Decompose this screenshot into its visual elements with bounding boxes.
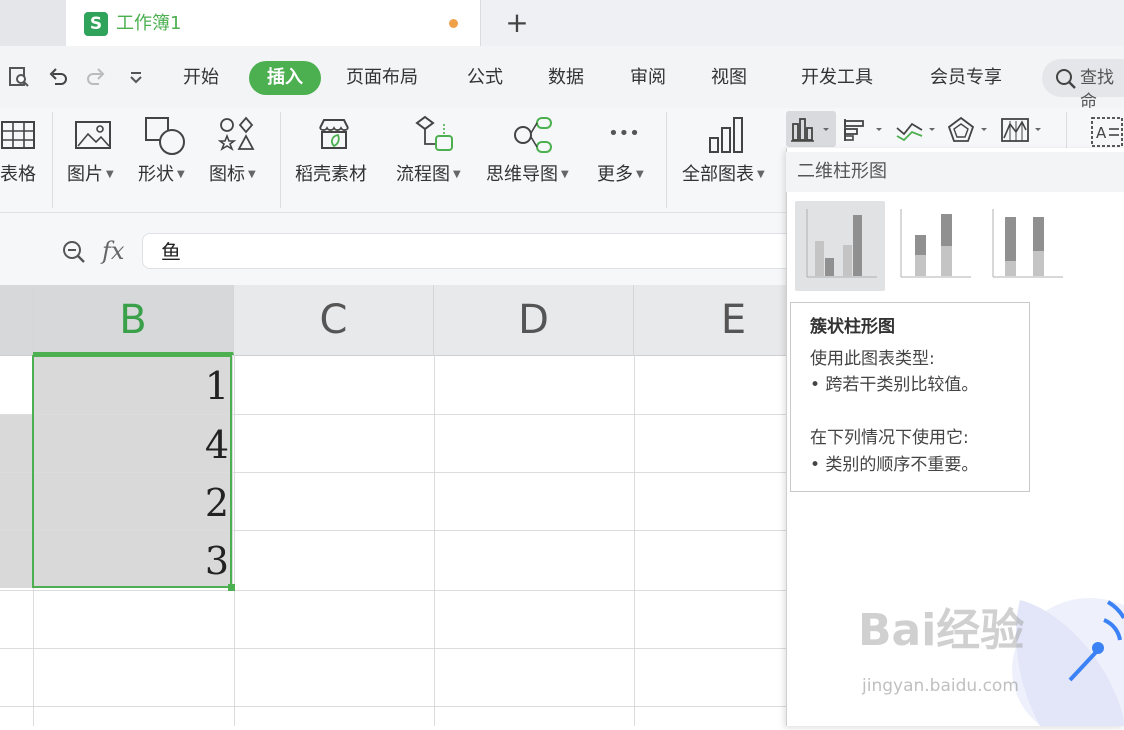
ribbon-separator <box>666 112 667 208</box>
menu-data[interactable]: 数据 <box>548 62 584 94</box>
zoom-icon[interactable] <box>60 238 88 274</box>
flowchart-icon[interactable] <box>414 114 456 158</box>
fx-icon[interactable]: fx <box>102 236 124 266</box>
grid-line <box>634 355 635 726</box>
column-header-d[interactable]: D <box>434 285 634 355</box>
ribbon-shape-button[interactable]: 形状 ▼ <box>138 162 185 188</box>
ribbon-more-button[interactable]: 更多 ▼ <box>597 162 644 188</box>
column-header-b[interactable]: B <box>33 285 234 355</box>
icon-library-icon[interactable] <box>217 114 256 158</box>
area-chart-icon[interactable] <box>1000 116 1046 148</box>
column-header-c[interactable]: C <box>234 285 434 355</box>
row-header-selected[interactable] <box>0 415 33 588</box>
line-chart-icon[interactable] <box>894 116 940 148</box>
tooltip-line: 使用此图表类型: <box>810 349 935 369</box>
row-header-corner[interactable] <box>0 285 33 355</box>
tooltip-line: 在下列情况下使用它: <box>810 428 969 448</box>
search-icon[interactable] <box>1054 64 1078 99</box>
svg-text:A: A <box>1096 124 1107 142</box>
bar-chart-icon[interactable] <box>842 116 888 148</box>
ribbon-icon-button[interactable]: 图标 ▼ <box>209 162 256 188</box>
menu-member[interactable]: 会员专享 <box>930 62 1002 94</box>
table-icon[interactable] <box>0 114 38 158</box>
mindmap-icon[interactable] <box>512 114 554 158</box>
chevron-down-icon: ▼ <box>248 169 256 180</box>
chevron-down-icon: ▼ <box>757 169 765 180</box>
ribbon-mindmap-label: 思维导图 <box>486 164 558 185</box>
tooltip-line: • 类别的顺序不重要。 <box>810 455 979 475</box>
search-label: 查找命 <box>1080 68 1114 112</box>
ribbon-shape-label: 形状 <box>138 164 174 185</box>
radar-chart-icon[interactable] <box>946 116 992 148</box>
ribbon-separator <box>52 112 53 208</box>
all-charts-icon[interactable] <box>706 114 748 158</box>
tab-title: 工作簿1 <box>116 13 182 34</box>
daoke-store-icon[interactable] <box>314 114 354 158</box>
chevron-down-icon: ▼ <box>106 169 114 180</box>
unsaved-indicator-icon <box>449 19 458 28</box>
formula-input[interactable]: 鱼 <box>142 233 802 269</box>
chevron-down-icon: ▼ <box>636 169 644 180</box>
selection-border <box>32 355 232 588</box>
ribbon-mindmap-button[interactable]: 思维导图 ▼ <box>486 162 569 188</box>
redo-icon[interactable] <box>82 62 110 92</box>
ribbon-separator <box>280 112 281 208</box>
picture-icon[interactable] <box>74 114 114 158</box>
new-tab-button[interactable]: + <box>504 6 530 40</box>
menu-home[interactable]: 开始 <box>183 62 219 94</box>
grid-line <box>0 706 786 707</box>
tab-home[interactable] <box>0 0 66 46</box>
percent-stacked-column-option[interactable] <box>985 201 1075 291</box>
fill-handle[interactable] <box>228 584 235 591</box>
menu-view[interactable]: 视图 <box>711 62 747 94</box>
menu-developer[interactable]: 开发工具 <box>801 62 873 94</box>
shape-icon[interactable] <box>144 114 188 158</box>
ribbon-flowchart-button[interactable]: 流程图 ▼ <box>396 162 461 188</box>
tooltip-title: 簇状柱形图 <box>810 317 895 337</box>
grid-line <box>0 590 786 591</box>
spreadsheet-doc-icon: S <box>84 12 108 36</box>
menu-page-layout[interactable]: 页面布局 <box>346 62 418 94</box>
dropdown-title: 二维柱形图 <box>797 161 887 182</box>
menu-review[interactable]: 审阅 <box>630 62 666 94</box>
column-chart-icon[interactable] <box>790 116 834 148</box>
stacked-column-option[interactable] <box>891 201 981 291</box>
grid-line <box>234 355 235 726</box>
grid-line <box>434 355 435 726</box>
customize-icon[interactable] <box>124 62 148 92</box>
chevron-down-icon: ▼ <box>453 169 461 180</box>
menu-insert[interactable]: 插入 <box>249 61 321 95</box>
ribbon-flowchart-label: 流程图 <box>396 164 450 185</box>
ribbon-picture-label: 图片 <box>67 164 103 185</box>
ribbon-icon-label: 图标 <box>209 164 245 185</box>
ribbon-picture-button[interactable]: 图片 ▼ <box>67 162 114 188</box>
chevron-down-icon: ▼ <box>561 169 569 180</box>
grid-line <box>0 648 786 649</box>
undo-icon[interactable] <box>44 62 72 92</box>
more-dots-icon[interactable]: ••• <box>604 114 644 158</box>
baidu-watermark: Bai经验 <box>858 605 1025 656</box>
ribbon-table-label[interactable]: 表格 <box>0 162 36 188</box>
ribbon-all-charts-button[interactable]: 全部图表 ▼ <box>682 162 765 188</box>
tooltip-line: • 跨若干类别比较值。 <box>810 375 979 395</box>
textbox-icon[interactable]: A <box>1090 116 1124 152</box>
menu-formulas[interactable]: 公式 <box>467 62 503 94</box>
ribbon-all-charts-label: 全部图表 <box>682 164 754 185</box>
print-preview-icon[interactable] <box>4 62 34 92</box>
chevron-down-icon: ▼ <box>177 169 185 180</box>
ribbon-daoke-label[interactable]: 稻壳素材 <box>295 162 367 188</box>
baidu-watermark-url: jingyan.baidu.com <box>862 676 1019 696</box>
clustered-column-option[interactable] <box>795 201 885 291</box>
ribbon-more-label: 更多 <box>597 164 633 185</box>
